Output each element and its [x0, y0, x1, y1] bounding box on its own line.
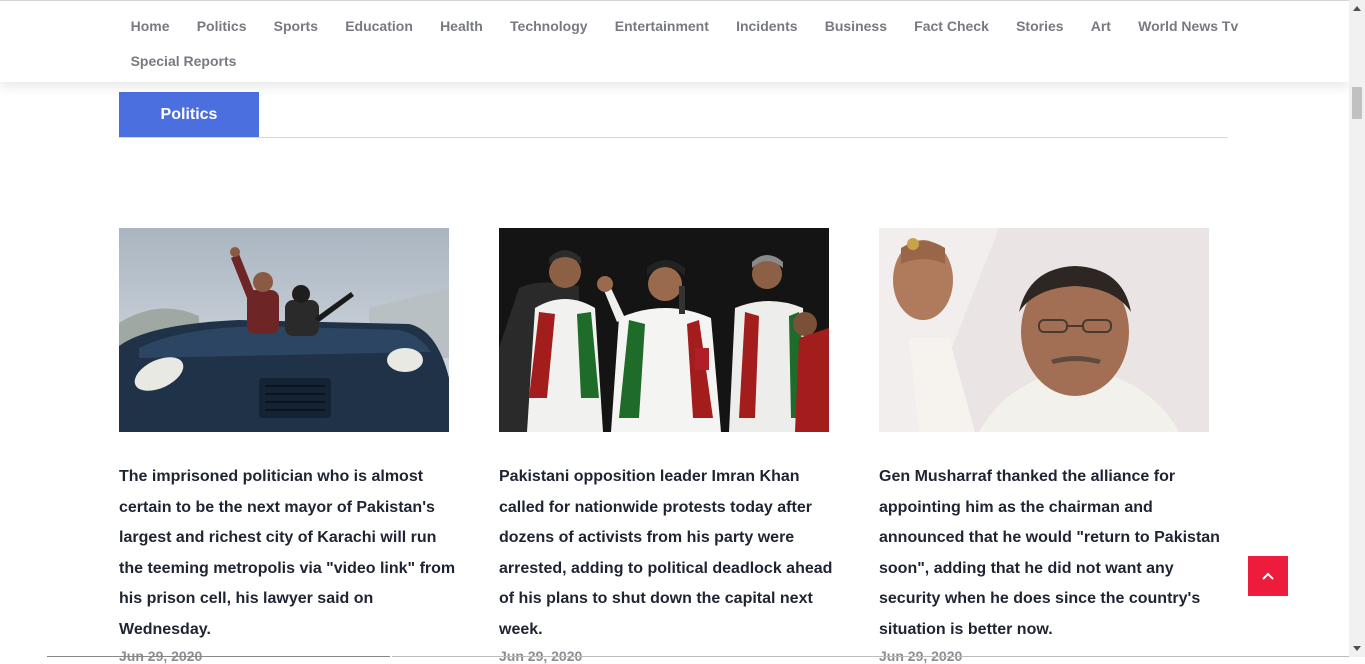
nav-item-business[interactable]: Business — [811, 17, 900, 35]
nav-item-health[interactable]: Health — [426, 17, 496, 35]
nav-item-art[interactable]: Art — [1077, 17, 1124, 35]
article-card-1: The imprisoned politician who is almost … — [119, 228, 464, 664]
nav-item-stories[interactable]: Stories — [1002, 17, 1077, 35]
article-headline-2[interactable]: Pakistani opposition leader Imran Khan c… — [499, 462, 844, 645]
article-image-1[interactable] — [119, 228, 449, 432]
nav-item-fact-check[interactable]: Fact Check — [901, 17, 1003, 35]
scroll-up-arrow-icon[interactable] — [1349, 0, 1365, 16]
article-image-3[interactable] — [879, 228, 1209, 432]
scroll-down-arrow-icon[interactable] — [1349, 641, 1365, 657]
article-card-2: Pakistani opposition leader Imran Khan c… — [499, 228, 844, 664]
article-card-3: Gen Musharraf thanked the alliance for a… — [879, 228, 1224, 664]
section-divider — [119, 137, 1228, 138]
section-title-tab[interactable]: Politics — [119, 92, 259, 137]
nav-item-politics[interactable]: Politics — [183, 17, 260, 35]
nav-row-secondary: Special Reports — [117, 52, 250, 70]
nav-item-education[interactable]: Education — [332, 17, 427, 35]
article-image-2[interactable] — [499, 228, 829, 432]
chevron-up-icon — [1262, 572, 1274, 580]
scrollbar-thumb[interactable] — [1352, 87, 1362, 119]
scroll-to-top-button[interactable] — [1248, 556, 1288, 596]
nav-row-primary: Home Politics Sports Education Health Te… — [117, 17, 1252, 35]
nav-item-entertainment[interactable]: Entertainment — [601, 17, 722, 35]
nav-item-incidents[interactable]: Incidents — [722, 17, 811, 35]
article-headline-3[interactable]: Gen Musharraf thanked the alliance for a… — [879, 462, 1224, 645]
nav-item-special-reports[interactable]: Special Reports — [117, 52, 250, 70]
nav-item-world-news-tv[interactable]: World News Tv — [1125, 17, 1252, 35]
nav-item-sports[interactable]: Sports — [260, 17, 332, 35]
page-scrollbar[interactable] — [1349, 0, 1365, 657]
nav-item-technology[interactable]: Technology — [496, 17, 601, 35]
article-headline-1[interactable]: The imprisoned politician who is almost … — [119, 462, 464, 645]
main-navigation: Home Politics Sports Education Health Te… — [0, 1, 1349, 82]
nav-item-home[interactable]: Home — [117, 17, 183, 35]
